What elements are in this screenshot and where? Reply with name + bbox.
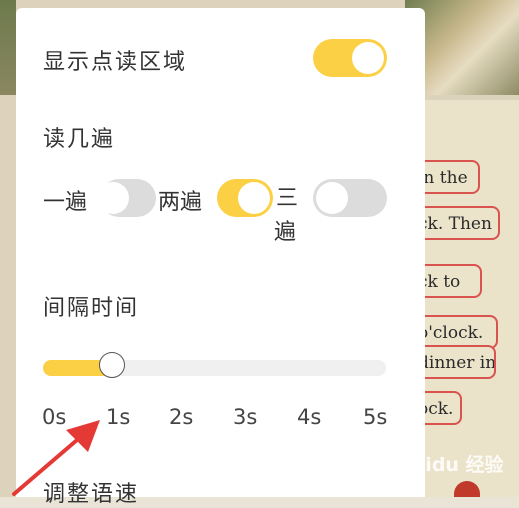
toggle-knob (97, 182, 129, 214)
show-area-toggle[interactable] (313, 39, 387, 77)
repeat-twice-label: 两遍 (158, 190, 203, 215)
annotation-arrow-icon (12, 420, 100, 496)
textbook-illustration-left (0, 0, 16, 95)
repeat-thrice-toggle[interactable] (313, 179, 387, 217)
interval-slider-thumb[interactable] (98, 352, 125, 378)
interval-tick: 5s (363, 405, 388, 429)
toggle-knob (352, 42, 384, 74)
repeat-twice-toggle[interactable] (217, 179, 273, 217)
interval-tick: 2s (169, 405, 194, 429)
interval-tick: 4s (297, 405, 322, 429)
interval-slider-track[interactable] (43, 360, 386, 376)
repeat-thrice-label: 三 (276, 186, 299, 211)
toggle-knob (316, 182, 348, 214)
interval-label: 间隔时间 (43, 296, 140, 321)
toggle-knob (238, 182, 270, 214)
interval-tick: 3s (233, 405, 258, 429)
repeat-once-label: 一遍 (43, 190, 88, 215)
repeat-thrice-label-2: 遍 (274, 220, 297, 245)
show-area-label: 显示点读区域 (43, 50, 188, 75)
repeat-label: 读几遍 (43, 127, 116, 152)
repeat-once-toggle[interactable] (97, 179, 156, 217)
